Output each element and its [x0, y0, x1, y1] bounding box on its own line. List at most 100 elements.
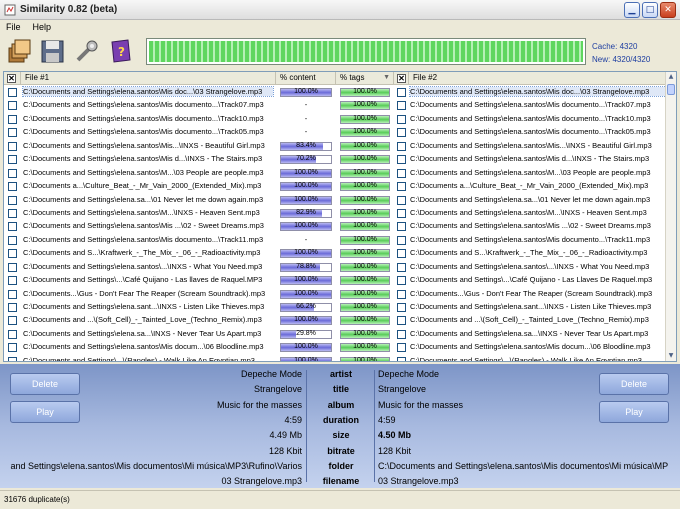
row-right-checkbox[interactable]	[397, 222, 406, 232]
row-right-checkbox[interactable]	[397, 155, 406, 165]
table-row[interactable]: C:\Documents and Settings\elena.santos\M…	[4, 99, 667, 112]
menu-help[interactable]: Help	[27, 22, 58, 32]
row-right-checkbox[interactable]	[397, 208, 406, 218]
row-right-checkbox[interactable]	[397, 289, 406, 299]
row-right-checkbox[interactable]	[397, 88, 406, 97]
tags-value: 100.0%	[353, 168, 377, 176]
row-left-checkbox[interactable]	[8, 101, 17, 111]
table-row[interactable]: C:\Documents and Settings\elena.sa...\IN…	[4, 328, 667, 341]
row-left-checkbox[interactable]	[8, 155, 17, 165]
row-left-checkbox[interactable]	[8, 222, 17, 232]
row-left-checkbox[interactable]	[8, 249, 17, 259]
row-left-checkbox[interactable]	[8, 276, 17, 286]
scroll-thumb[interactable]	[667, 84, 675, 95]
scroll-down-icon[interactable]: ▼	[666, 351, 676, 361]
table-row[interactable]: C:\Documents and S...\Kraftwerk_-_The_Mi…	[4, 247, 667, 260]
row-left-checkbox[interactable]	[8, 235, 17, 245]
file2-path: C:\Documents and Settings\elena.santos\M…	[409, 86, 667, 97]
window-title: Similarity 0.82 (beta)	[20, 4, 118, 15]
table-row[interactable]: C:\Documents and ...\(Soft_Cell)_-_Taint…	[4, 314, 667, 327]
content-value: 100.0%	[294, 182, 318, 190]
table-row[interactable]: C:\Documents and Settings\elena.santos\M…	[4, 113, 667, 126]
table-row[interactable]: C:\Documents...\Gus - Don't Fear The Rea…	[4, 288, 667, 301]
scan-icon[interactable]	[6, 38, 32, 64]
menu-file[interactable]: File	[0, 22, 27, 32]
row-right-checkbox[interactable]	[397, 128, 406, 138]
row-left-checkbox[interactable]	[8, 316, 17, 326]
row-right-checkbox[interactable]	[397, 356, 406, 361]
row-right-checkbox[interactable]	[397, 262, 406, 272]
row-left-checkbox[interactable]	[8, 195, 17, 205]
row-right-checkbox[interactable]	[397, 168, 406, 178]
row-right-checkbox[interactable]	[397, 249, 406, 259]
duplicates-list[interactable]: ✕ File #1 % content % tags ▼ ✕ File #2 C…	[3, 71, 677, 362]
column-content[interactable]: % content	[276, 72, 336, 85]
detail-left-title: Strangelove	[253, 384, 302, 395]
row-right-checkbox[interactable]	[397, 182, 406, 192]
file1-path: C:\Documents and ...\(Soft_Cell)_-_Taint…	[23, 315, 262, 325]
table-row[interactable]: C:\Documents and Settings\elena.santos\M…	[4, 86, 667, 99]
tags-value: 100.0%	[353, 101, 377, 109]
row-left-checkbox[interactable]	[8, 303, 17, 312]
table-row[interactable]: C:\Documents and Settings\elena.sant...\…	[4, 301, 667, 314]
vertical-scrollbar[interactable]: ▲ ▼	[665, 72, 676, 361]
file1-path: C:\Documents and Settings\elena.santos\M…	[23, 100, 264, 110]
row-left-checkbox[interactable]	[8, 88, 17, 97]
row-right-checkbox[interactable]	[397, 343, 406, 353]
content-value: 100.0%	[294, 356, 318, 362]
row-left-checkbox[interactable]	[8, 141, 17, 151]
close-button[interactable]: ✕	[660, 2, 676, 18]
table-row[interactable]: C:\Documents and Settings\elena.santos\M…	[4, 167, 667, 180]
row-right-checkbox[interactable]	[397, 303, 406, 312]
table-row[interactable]: C:\Documents and Settings\elena.santos\M…	[4, 341, 667, 354]
table-row[interactable]: C:\Documents and Settings\elena.santos\M…	[4, 126, 667, 139]
save-icon[interactable]	[40, 38, 66, 64]
header-check-cell[interactable]: ✕	[4, 72, 21, 85]
row-right-checkbox[interactable]	[397, 101, 406, 111]
sort-desc-icon: ▼	[383, 74, 390, 81]
table-row[interactable]: C:\Documents and Settings\elena.santos\M…	[4, 153, 667, 166]
row-right-checkbox[interactable]	[397, 114, 406, 124]
scroll-up-icon[interactable]: ▲	[666, 72, 676, 82]
column-file1[interactable]: File #1	[21, 72, 276, 85]
row-left-checkbox[interactable]	[8, 356, 17, 361]
row-right-checkbox[interactable]	[397, 141, 406, 151]
row-left-checkbox[interactable]	[8, 114, 17, 124]
row-left-checkbox[interactable]	[8, 182, 17, 192]
select-all-right-checkbox[interactable]: ✕	[397, 74, 406, 83]
row-left-checkbox[interactable]	[8, 262, 17, 272]
row-right-checkbox[interactable]	[397, 316, 406, 326]
help-icon[interactable]: ?	[108, 38, 134, 64]
row-left-checkbox[interactable]	[8, 343, 17, 353]
row-left-checkbox[interactable]	[8, 168, 17, 178]
table-row[interactable]: C:\Documents and Settings\elena.santos\.…	[4, 261, 667, 274]
column-tags[interactable]: % tags ▼	[336, 72, 394, 85]
table-row[interactable]: C:\Documents a...\Culture_Beat_-_Mr_Vain…	[4, 180, 667, 193]
header-check-cell-right[interactable]: ✕	[394, 72, 409, 85]
content-value: 82.9%	[296, 208, 316, 216]
table-row[interactable]: C:\Documents and Settings\elena.santos\M…	[4, 140, 667, 153]
row-right-checkbox[interactable]	[397, 235, 406, 245]
table-row[interactable]: C:\Documents and Settings\elena.santos\M…	[4, 207, 667, 220]
row-right-checkbox[interactable]	[397, 329, 406, 339]
detail-right-bitrate: 128 Kbit	[378, 445, 412, 456]
table-row[interactable]: C:\Documents and Settings\elena.santos\M…	[4, 220, 667, 233]
tags-similarity-bar: 100.0%	[340, 329, 390, 339]
row-left-checkbox[interactable]	[8, 128, 17, 138]
row-left-checkbox[interactable]	[8, 329, 17, 339]
column-file2[interactable]: File #2	[409, 72, 667, 85]
file2-path: C:\Documents and Settings\elena.santos\M…	[410, 221, 651, 231]
row-left-checkbox[interactable]	[8, 208, 17, 218]
table-row[interactable]: C:\Documents and Settings\elena.sa...\01…	[4, 194, 667, 207]
row-left-checkbox[interactable]	[8, 289, 17, 299]
detail-label-artist: artist	[329, 369, 352, 379]
table-row[interactable]: C:\Documents and Settings\...\(Rangles) …	[4, 355, 667, 362]
table-row[interactable]: C:\Documents and Settings\...\Café Quija…	[4, 274, 667, 287]
minimize-button[interactable]: ▁	[624, 2, 640, 18]
row-right-checkbox[interactable]	[397, 276, 406, 286]
select-all-left-checkbox[interactable]: ✕	[7, 74, 16, 83]
table-row[interactable]: C:\Documents and Settings\elena.santos\M…	[4, 234, 667, 247]
maximize-button[interactable]: □	[642, 2, 658, 18]
settings-icon[interactable]	[74, 38, 100, 64]
row-right-checkbox[interactable]	[397, 195, 406, 205]
